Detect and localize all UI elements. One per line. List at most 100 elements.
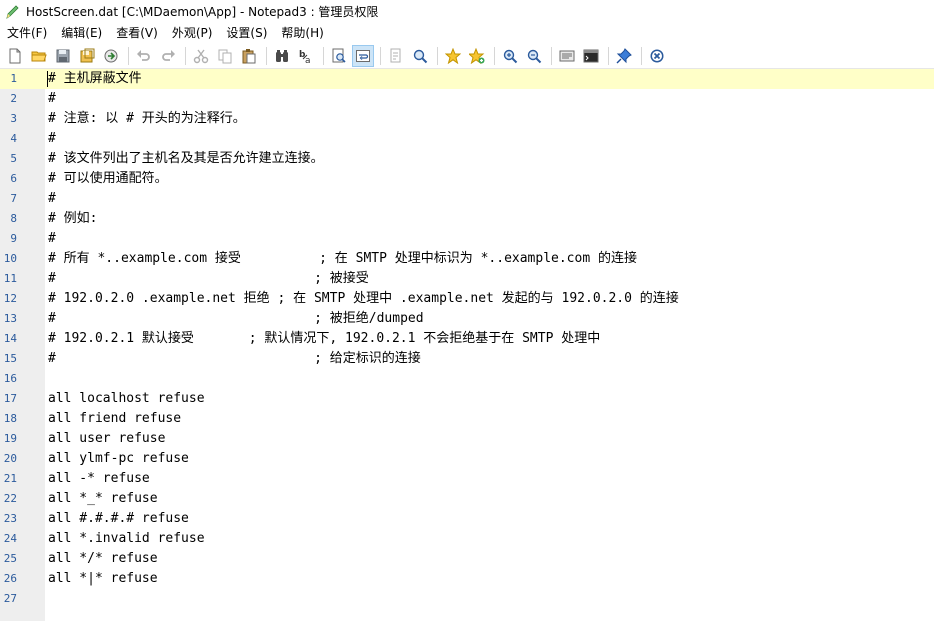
- text-editor[interactable]: 1 # 主机屏蔽文件 2 #3 # 注意: 以 # 开头的为注释行。 4 #5 # 该文件列出…: [0, 69, 934, 621]
- line-text[interactable]: #: [48, 189, 56, 209]
- line-number: 25: [3, 552, 17, 565]
- line-text[interactable]: #: [48, 89, 56, 109]
- editor-line[interactable]: 27: [0, 589, 934, 609]
- line-text[interactable]: # 192.0.2.1 默认接受 ; 默认情况下, 192.0.2.1 不会拒绝…: [48, 329, 600, 349]
- line-text[interactable]: all ylmf-pc refuse: [48, 449, 189, 469]
- editor-line[interactable]: 24 all *.invalid refuse: [0, 529, 934, 549]
- save-button[interactable]: [52, 45, 74, 67]
- editor-line[interactable]: 16: [0, 369, 934, 389]
- line-text[interactable]: # 该文件列出了主机名及其是否允许建立连接。: [48, 149, 324, 169]
- zoom-doc-button[interactable]: [409, 45, 431, 67]
- svg-text:a: a: [305, 56, 311, 64]
- editor-line[interactable]: 4 #: [0, 129, 934, 149]
- line-number: 24: [3, 532, 17, 545]
- line-text[interactable]: # 注意: 以 # 开头的为注释行。: [48, 109, 246, 129]
- line-text[interactable]: # 所有 *..example.com 接受 ; 在 SMTP 处理中标识为 *…: [48, 249, 637, 269]
- editor-line[interactable]: 18 all friend refuse: [0, 409, 934, 429]
- toolbar-separator: [494, 46, 495, 65]
- line-text[interactable]: all */* refuse: [48, 549, 158, 569]
- toolbar-separator: [551, 46, 552, 65]
- editor-line[interactable]: 25 all */* refuse: [0, 549, 934, 569]
- menu-settings[interactable]: 设置(S): [219, 23, 274, 43]
- line-text[interactable]: # 主机屏蔽文件: [48, 69, 142, 89]
- save-as-button[interactable]: [76, 45, 98, 67]
- line-text[interactable]: # 192.0.2.0 .example.net 拒绝 ; 在 SMTP 处理中…: [48, 289, 679, 309]
- line-text[interactable]: all *|* refuse: [48, 569, 158, 589]
- line-text[interactable]: all -* refuse: [48, 469, 150, 489]
- editor-line[interactable]: 14 # 192.0.2.1 默认接受 ; 默认情况下, 192.0.2.1 不会…: [0, 329, 934, 349]
- line-text[interactable]: all *_* refuse: [48, 489, 158, 509]
- line-text[interactable]: all localhost refuse: [48, 389, 205, 409]
- editor-line[interactable]: 19 all user refuse: [0, 429, 934, 449]
- editor-line[interactable]: 13 # ; 被拒绝/dumped: [0, 309, 934, 329]
- menu-edit[interactable]: 编辑(E): [54, 23, 109, 43]
- menu-view[interactable]: 查看(V): [109, 23, 165, 43]
- zoom-in-button[interactable]: [499, 45, 521, 67]
- toolbar-separator: [323, 46, 324, 65]
- paste-icon: [242, 48, 256, 63]
- line-text[interactable]: # ; 给定标识的连接: [48, 349, 421, 369]
- line-text[interactable]: all *.invalid refuse: [48, 529, 205, 549]
- browse-button[interactable]: [100, 45, 122, 67]
- zoom-out-button[interactable]: [523, 45, 545, 67]
- find-button[interactable]: [271, 45, 293, 67]
- line-text[interactable]: # 例如:: [48, 209, 97, 229]
- editor-line[interactable]: 5 # 该文件列出了主机名及其是否允许建立连接。: [0, 149, 934, 169]
- line-text[interactable]: #: [48, 129, 56, 149]
- menu-appearance[interactable]: 外观(P): [165, 23, 220, 43]
- cut-button[interactable]: [190, 45, 212, 67]
- line-number: 1: [0, 69, 45, 89]
- editor-line[interactable]: 1 # 主机屏蔽文件: [0, 69, 934, 89]
- editor-line[interactable]: 21 all -* refuse: [0, 469, 934, 489]
- editor-line[interactable]: 11 # ; 被接受: [0, 269, 934, 289]
- word-wrap-button[interactable]: [352, 44, 374, 67]
- editor-line[interactable]: 12 # 192.0.2.0 .example.net 拒绝 ; 在 SMTP 处…: [0, 289, 934, 309]
- editor-line[interactable]: 8 # 例如:: [0, 209, 934, 229]
- editor-line[interactable]: 9 #: [0, 229, 934, 249]
- line-text[interactable]: all user refuse: [48, 429, 165, 449]
- editor-line[interactable]: 17 all localhost refuse: [0, 389, 934, 409]
- favorites-button[interactable]: [442, 45, 464, 67]
- menu-file[interactable]: 文件(F): [0, 23, 54, 43]
- favorite-icon: [445, 47, 461, 64]
- copy-button[interactable]: [214, 45, 236, 67]
- undo-icon: [137, 49, 150, 61]
- editor-line[interactable]: 2 #: [0, 89, 934, 109]
- replace-icon: ba: [299, 50, 311, 64]
- settings-screen-button[interactable]: [556, 45, 578, 67]
- pin-button[interactable]: [613, 45, 635, 67]
- line-text[interactable]: # 可以使用通配符。: [48, 169, 168, 189]
- find-in-files-button[interactable]: [328, 45, 350, 67]
- new-file-button[interactable]: [4, 45, 26, 67]
- terminal-button[interactable]: [580, 45, 602, 67]
- editor-line[interactable]: 10 # 所有 *..example.com 接受 ; 在 SMTP 处理中标识为…: [0, 249, 934, 269]
- line-number: 17: [3, 392, 17, 405]
- line-number: 23: [3, 512, 17, 525]
- undo-button[interactable]: [133, 45, 155, 67]
- editor-line[interactable]: 22 all *_* refuse: [0, 489, 934, 509]
- goto-icon: [390, 48, 401, 62]
- editor-line[interactable]: 7 #: [0, 189, 934, 209]
- editor-line[interactable]: 20 all ylmf-pc refuse: [0, 449, 934, 469]
- paste-button[interactable]: [238, 45, 260, 67]
- goto-button[interactable]: [385, 45, 407, 67]
- replace-button[interactable]: ba: [295, 45, 317, 67]
- editor-line[interactable]: 3 # 注意: 以 # 开头的为注释行。: [0, 109, 934, 129]
- editor-line[interactable]: 26 all *|* refuse: [0, 569, 934, 589]
- add-favorite-button[interactable]: [466, 45, 488, 67]
- line-text[interactable]: # ; 被拒绝/dumped: [48, 309, 424, 329]
- line-text[interactable]: all friend refuse: [48, 409, 181, 429]
- line-text[interactable]: #: [48, 229, 56, 249]
- menu-help[interactable]: 帮助(H): [274, 23, 330, 43]
- toolbar-separator: [185, 46, 186, 65]
- close-button[interactable]: [646, 45, 668, 67]
- open-button[interactable]: [28, 45, 50, 67]
- line-text[interactable]: # ; 被接受: [48, 269, 369, 289]
- editor-line[interactable]: 6 # 可以使用通配符。: [0, 169, 934, 189]
- line-text[interactable]: all #.#.#.# refuse: [48, 509, 189, 529]
- editor-line[interactable]: 23 all #.#.#.# refuse: [0, 509, 934, 529]
- editor-line[interactable]: 15 # ; 给定标识的连接: [0, 349, 934, 369]
- redo-button[interactable]: [157, 45, 179, 67]
- line-number: 16: [3, 372, 17, 385]
- redo-icon: [162, 49, 175, 61]
